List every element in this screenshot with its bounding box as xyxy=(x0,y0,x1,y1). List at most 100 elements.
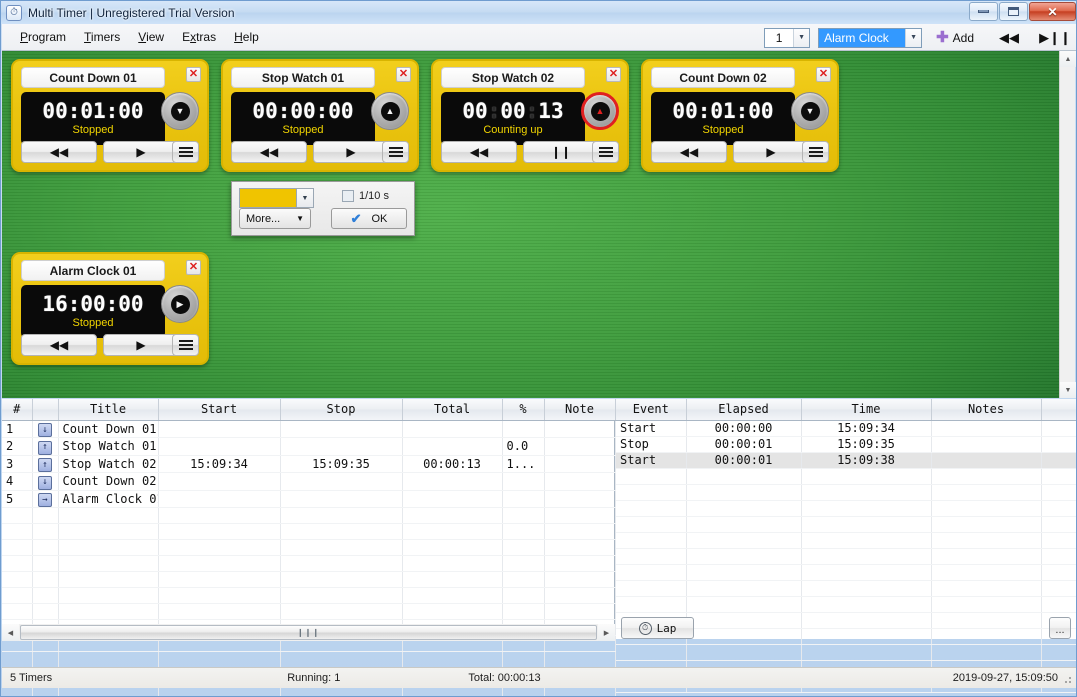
timer-count-combo[interactable]: 1 ▼ xyxy=(764,27,811,48)
timer-card-count-down-01[interactable]: Count Down 01 ✕ 00:01:00 Stopped ▼ ◀◀ ▶ xyxy=(11,59,209,172)
col-time[interactable]: Time xyxy=(801,399,932,421)
play-button[interactable]: ▶ xyxy=(313,141,389,163)
close-icon[interactable]: ✕ xyxy=(606,67,621,82)
col-note[interactable]: Note xyxy=(544,399,616,421)
maximize-button[interactable] xyxy=(999,2,1028,21)
play-button[interactable]: ▶ xyxy=(103,141,179,163)
scrollbar-thumb[interactable]: ❙❙❙ xyxy=(20,625,597,640)
color-combo[interactable]: ▼ xyxy=(239,188,314,208)
count-direction-knob[interactable]: ▼ xyxy=(791,92,829,130)
table-row[interactable]: 5 → Alarm Clock 01 xyxy=(2,490,616,508)
timer-card-alarm-clock-01[interactable]: Alarm Clock 01 ✕ 16:00:00 Stopped ▶ ◀◀ ▶ xyxy=(11,252,209,365)
row-note xyxy=(544,437,616,456)
timer-digits: 00:01:00 xyxy=(42,99,144,123)
up-triangle-icon: ▲ xyxy=(380,101,400,121)
table-row[interactable]: Stop 00:00:01 15:09:35 xyxy=(616,436,1076,453)
col-notes[interactable]: Notes xyxy=(931,399,1042,421)
timer-title[interactable]: Alarm Clock 01 xyxy=(21,260,165,281)
col-event[interactable]: Event xyxy=(616,399,687,421)
close-icon[interactable]: ✕ xyxy=(186,260,201,275)
hamburger-icon[interactable] xyxy=(802,141,829,163)
hamburger-icon[interactable] xyxy=(172,141,199,163)
timer-card-stop-watch-01[interactable]: Stop Watch 01 ✕ 00:00:00 Stopped ▲ ◀◀ ▶ xyxy=(221,59,419,172)
menu-program[interactable]: Program xyxy=(11,27,75,47)
count-direction-knob[interactable]: ▼ xyxy=(161,92,199,130)
menu-extras[interactable]: Extras xyxy=(173,27,225,47)
menu-timers[interactable]: Timers xyxy=(75,27,129,47)
reset-button[interactable]: ◀◀ xyxy=(231,141,307,163)
scroll-down-icon[interactable]: ▼ xyxy=(1060,382,1076,398)
row-title: Stop Watch 01 xyxy=(58,437,159,456)
close-icon[interactable]: ✕ xyxy=(396,67,411,82)
tables-area: # Title Start Stop Total % Note 1 ↓ Coun… xyxy=(2,399,1076,696)
event-log-table[interactable]: Event Elapsed Time Notes Start 00:00:00 … xyxy=(616,399,1076,693)
tenth-second-checkbox[interactable]: 1/10 s xyxy=(342,190,389,202)
table-empty-row xyxy=(2,603,616,620)
col-total[interactable]: Total xyxy=(402,399,503,421)
reset-button[interactable]: ◀◀ xyxy=(21,334,97,356)
col-percent[interactable]: % xyxy=(502,399,545,421)
timer-card-count-down-02[interactable]: Count Down 02 ✕ 00:01:00 Stopped ▼ ◀◀ ▶ xyxy=(641,59,839,172)
reset-button[interactable]: ◀◀ xyxy=(21,141,97,163)
scroll-up-icon[interactable]: ▲ xyxy=(1060,51,1076,67)
row-title: Count Down 01 xyxy=(58,420,159,438)
close-icon[interactable]: ✕ xyxy=(816,67,831,82)
timer-card-stop-watch-02[interactable]: Stop Watch 02 ✕ 00:00:13 Counting up ▲ ◀… xyxy=(431,59,629,172)
count-direction-knob[interactable]: ▲ xyxy=(371,92,409,130)
alarm-trigger-knob[interactable]: ▶ xyxy=(161,285,199,323)
table-row-selected[interactable]: Start 00:00:01 15:09:38 xyxy=(616,452,1076,469)
menu-help[interactable]: Help xyxy=(225,27,268,47)
hamburger-icon[interactable] xyxy=(172,334,199,356)
reset-all-button[interactable]: ◀◀ xyxy=(992,27,1026,49)
minimize-button[interactable] xyxy=(969,2,998,21)
lap-button[interactable]: ⏱ Lap xyxy=(621,617,694,639)
timer-title[interactable]: Count Down 01 xyxy=(21,67,165,88)
up-triangle-icon: ▲ xyxy=(590,101,610,121)
close-icon[interactable]: ✕ xyxy=(186,67,201,82)
reset-button[interactable]: ◀◀ xyxy=(651,141,727,163)
color-swatch xyxy=(240,189,296,207)
col-title[interactable]: Title xyxy=(58,399,159,421)
table-horizontal-scrollbar[interactable]: ◀ ❙❙❙ ▶ xyxy=(2,624,615,641)
count-direction-knob[interactable]: ▲ xyxy=(581,92,619,130)
col-start[interactable]: Start xyxy=(158,399,281,421)
more-options-button[interactable]: ... xyxy=(1049,617,1071,639)
resize-grip-icon[interactable] xyxy=(1061,673,1073,685)
row-total xyxy=(402,472,503,491)
table-row[interactable]: 3 ↑ Stop Watch 02 15:09:34 15:09:35 00:0… xyxy=(2,455,616,473)
canvas-vertical-scrollbar[interactable]: ▲ ▼ xyxy=(1059,51,1076,398)
col-stop[interactable]: Stop xyxy=(280,399,403,421)
chevron-down-icon[interactable]: ▼ xyxy=(296,189,313,207)
scroll-left-icon[interactable]: ◀ xyxy=(2,624,19,641)
ok-button[interactable]: ✔ OK xyxy=(331,208,407,229)
table-empty-row xyxy=(616,532,1076,549)
col-elapsed[interactable]: Elapsed xyxy=(686,399,802,421)
table-row[interactable]: Start 00:00:00 15:09:34 xyxy=(616,420,1076,437)
timer-title[interactable]: Stop Watch 02 xyxy=(441,67,585,88)
hamburger-icon[interactable] xyxy=(382,141,409,163)
status-datetime: 2019-09-27, 15:09:50 xyxy=(952,672,1058,684)
play-button[interactable]: ▶ xyxy=(103,334,179,356)
timer-type-combo[interactable]: Alarm Clock ▼ xyxy=(818,27,923,48)
play-button[interactable]: ▶ xyxy=(733,141,809,163)
reset-button[interactable]: ◀◀ xyxy=(441,141,517,163)
timer-title[interactable]: Count Down 02 xyxy=(651,67,795,88)
table-row[interactable]: 4 ↓ Count Down 02 xyxy=(2,472,616,491)
chevron-down-icon[interactable]: ▼ xyxy=(793,28,810,47)
pause-button[interactable]: ❙❙ xyxy=(523,141,599,163)
timer-title[interactable]: Stop Watch 01 xyxy=(231,67,375,88)
scroll-right-icon[interactable]: ▶ xyxy=(598,624,615,641)
chevron-down-icon[interactable]: ▼ xyxy=(905,28,922,47)
add-timer-button[interactable]: ✚ Add xyxy=(930,28,980,47)
play-pause-all-button[interactable]: ▶❙❙ xyxy=(1038,27,1072,49)
timer-list-table[interactable]: # Title Start Stop Total % Note 1 ↓ Coun… xyxy=(2,399,616,696)
menu-view[interactable]: View xyxy=(129,27,173,47)
close-button[interactable]: ✕ xyxy=(1029,2,1076,21)
col-number[interactable]: # xyxy=(2,399,33,421)
hamburger-icon[interactable] xyxy=(592,141,619,163)
event-name: Stop xyxy=(616,436,687,453)
table-row[interactable]: 1 ↓ Count Down 01 xyxy=(2,420,616,438)
col-direction[interactable] xyxy=(32,399,59,421)
more-button[interactable]: More... ▼ xyxy=(239,208,311,229)
table-row[interactable]: 2 ↑ Stop Watch 01 0.0 xyxy=(2,437,616,456)
